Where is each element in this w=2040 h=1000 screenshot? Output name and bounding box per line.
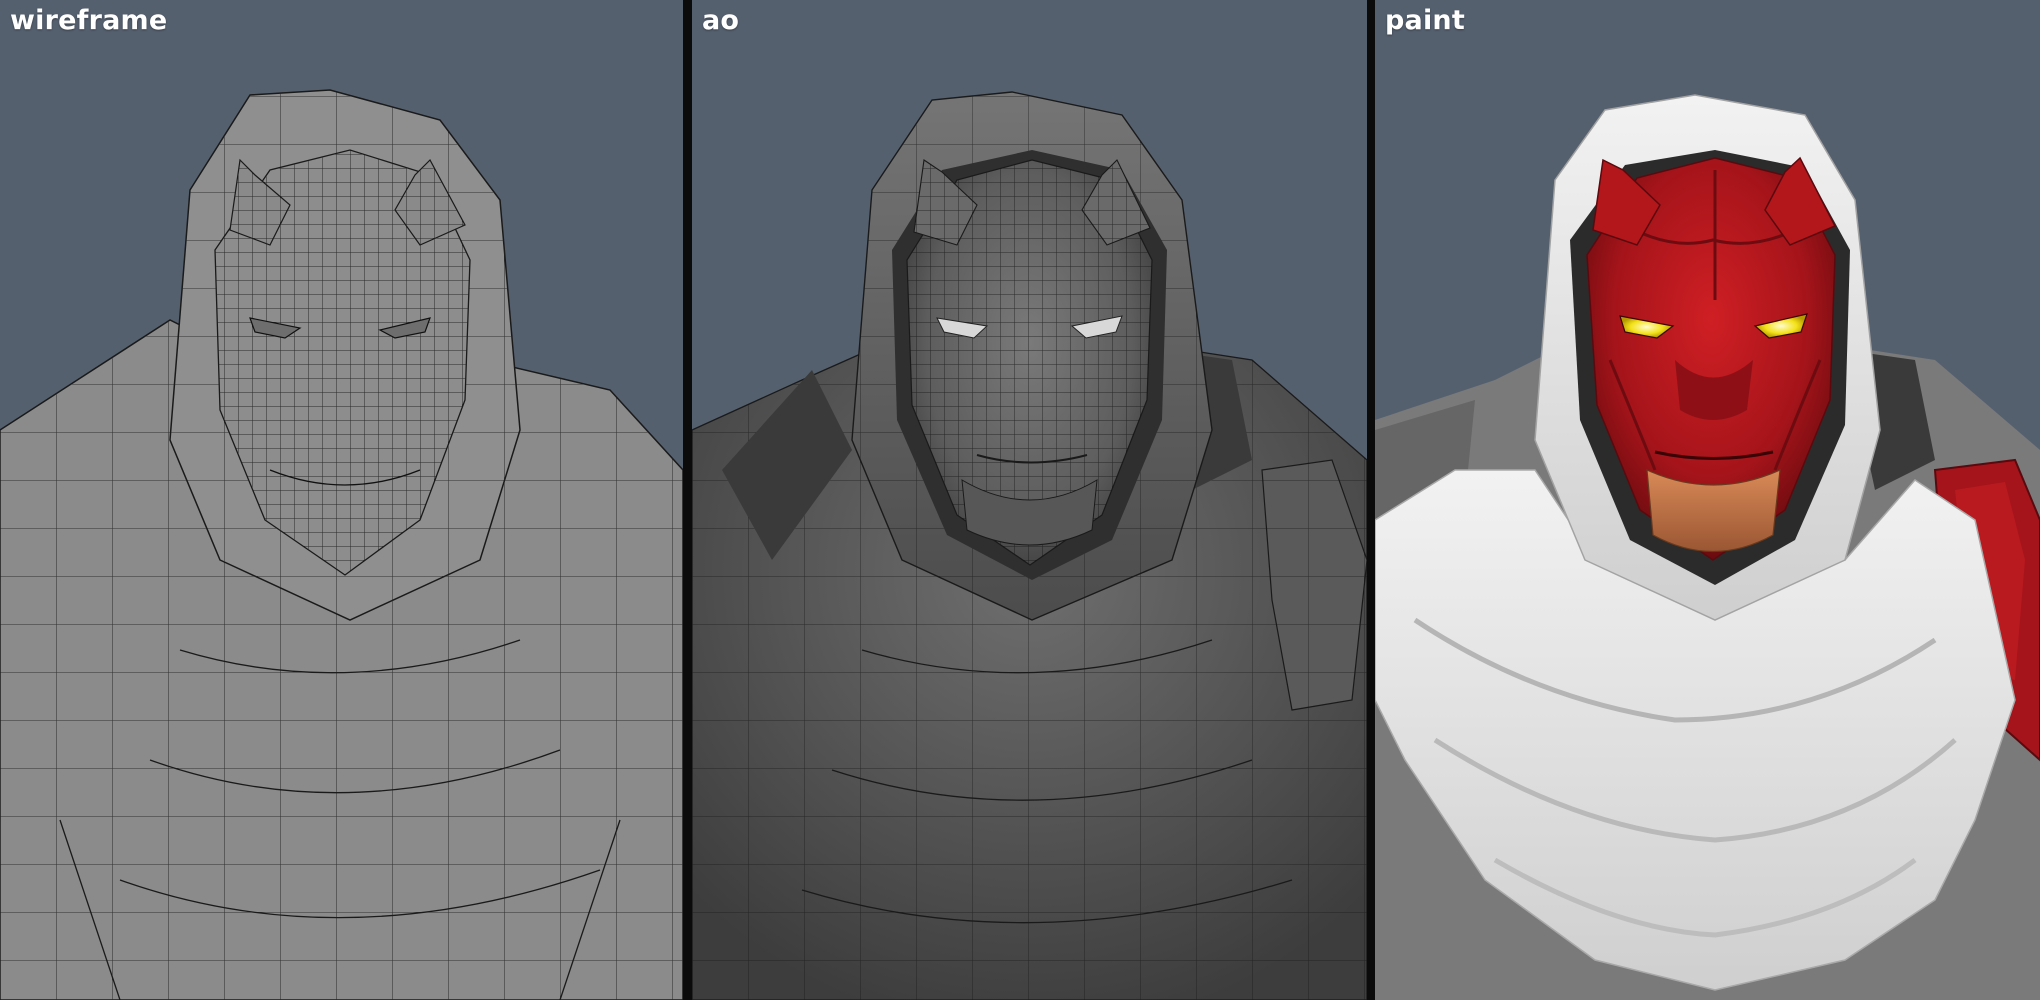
panel-divider bbox=[683, 0, 692, 1000]
wireframe-panel: wireframe bbox=[0, 0, 683, 1000]
paint-render bbox=[1375, 94, 2040, 1000]
wireframe-render bbox=[0, 89, 683, 1000]
ao-panel: ao bbox=[692, 0, 1367, 1000]
panel-label-paint: paint bbox=[1385, 5, 1465, 36]
panel-label-ao: ao bbox=[702, 5, 740, 36]
ao-render bbox=[692, 91, 1367, 1000]
panel-divider bbox=[1367, 0, 1375, 1000]
paint-panel: paint bbox=[1375, 0, 2040, 1000]
panel-label-wireframe: wireframe bbox=[10, 5, 168, 36]
render-sheet: wireframe ao paint bbox=[0, 0, 2040, 1000]
